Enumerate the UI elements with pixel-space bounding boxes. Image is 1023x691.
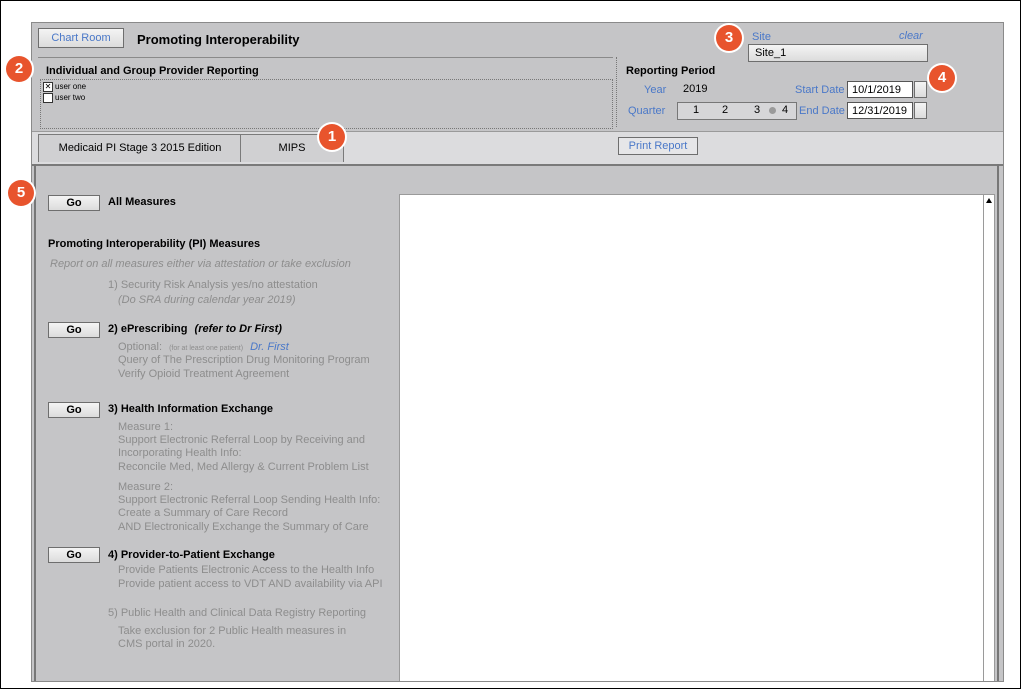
- quarter-label: Quarter: [628, 105, 666, 117]
- measure-5-title: 5) Public Health and Clinical Data Regis…: [108, 607, 367, 619]
- measure-5-line-2: CMS portal in 2020.: [118, 638, 216, 650]
- end-date-calendar-button[interactable]: [914, 102, 927, 119]
- year-value: 2019: [683, 83, 708, 95]
- print-report-button[interactable]: Print Report: [618, 137, 698, 155]
- measure-1-line2: (Do SRA during calendar year 2019): [118, 294, 296, 306]
- measure-3b-line-4: AND Electronically Exchange the Summary …: [118, 521, 369, 533]
- reporting-period-title: Reporting Period: [626, 65, 716, 77]
- measure-2-line3: Verify Opioid Treatment Agreement: [118, 368, 290, 380]
- quarter-2[interactable]: 2: [722, 104, 728, 116]
- measure-2-title: 2) ePrescribing (refer to Dr First): [108, 323, 282, 335]
- measure-3b-line-2: Support Electronic Referral Loop Sending…: [118, 494, 381, 506]
- measure-4-title: 4) Provider-to-Patient Exchange: [108, 549, 275, 561]
- annotation-badge-2: 2: [6, 56, 32, 82]
- measure-2-title-text: 2) ePrescribing: [108, 323, 188, 335]
- measure-3-line-3: Incorporating Health Info:: [118, 447, 242, 459]
- scroll-up-arrow-icon[interactable]: [986, 198, 992, 203]
- quarter-selector[interactable]: 1 2 3 4: [677, 102, 797, 120]
- measure-3-line-1: Measure 1:: [118, 421, 174, 433]
- end-date-field[interactable]: 12/31/2019: [847, 102, 913, 119]
- measure-2-note: (refer to Dr First): [194, 323, 282, 335]
- measures-subtitle: Report on all measures either via attest…: [50, 258, 351, 270]
- go-eprescribing-button[interactable]: Go: [48, 322, 100, 338]
- measure-3-line-4: Reconcile Med, Med Allergy & Current Pro…: [118, 461, 369, 473]
- user-two-checkbox-row[interactable]: user two: [43, 93, 85, 103]
- year-label: Year: [644, 84, 667, 96]
- go-all-measures-button[interactable]: Go: [48, 195, 100, 211]
- start-date-label: Start Date: [795, 84, 845, 96]
- measure-4-line-1: Provide Patients Electronic Access to th…: [118, 564, 375, 576]
- measure-2-optional-note: (for at least one patient): [169, 345, 244, 352]
- quarter-3[interactable]: 3: [754, 104, 760, 116]
- site-clear-link[interactable]: clear: [899, 30, 923, 42]
- report-scrollbar[interactable]: [983, 194, 995, 681]
- left-panel-border: [34, 164, 36, 681]
- user-one-label: user one: [55, 82, 87, 92]
- site-selector[interactable]: Site_1: [748, 44, 928, 62]
- application-window: Chart Room Promoting Interoperability Si…: [31, 22, 1004, 682]
- all-measures-label: All Measures: [108, 196, 176, 208]
- reporting-period-divider: [616, 57, 617, 127]
- measure-3b-line-3: Create a Summary of Care Record: [118, 507, 288, 519]
- provider-user-list: ✕ user one user two: [40, 79, 613, 129]
- measure-2-optional: Optional: (for at least one patient) Dr.…: [118, 341, 289, 353]
- start-date-calendar-button[interactable]: [914, 81, 927, 98]
- measure-2-optional-label: Optional:: [118, 341, 163, 353]
- annotation-badge-1: 1: [319, 124, 345, 150]
- right-panel-border: [997, 164, 999, 681]
- checkbox-unchecked-icon[interactable]: [43, 93, 53, 103]
- chart-room-button[interactable]: Chart Room: [38, 28, 124, 48]
- measure-3-title: 3) Health Information Exchange: [108, 403, 274, 415]
- quarter-4[interactable]: 4: [782, 104, 788, 116]
- measure-1-line1: 1) Security Risk Analysis yes/no attesta…: [108, 279, 318, 291]
- measure-5-line-1: Take exclusion for 2 Public Health measu…: [118, 625, 347, 637]
- dr-first-link[interactable]: Dr. First: [250, 341, 289, 353]
- start-date-field[interactable]: 10/1/2019: [847, 81, 913, 98]
- quarter-radio-icon[interactable]: [769, 107, 776, 114]
- annotation-badge-3: 3: [716, 25, 742, 51]
- annotation-badge-4: 4: [929, 65, 955, 91]
- end-date-label: End Date: [799, 105, 845, 117]
- checkbox-checked-icon[interactable]: ✕: [43, 82, 53, 92]
- provider-panel-title: Individual and Group Provider Reporting: [46, 65, 259, 77]
- page-title: Promoting Interoperability: [137, 32, 300, 47]
- user-one-checkbox-row[interactable]: ✕ user one: [43, 82, 86, 92]
- report-output-area[interactable]: [399, 194, 985, 681]
- measures-title: Promoting Interoperability (PI) Measures: [48, 238, 261, 250]
- quarter-1[interactable]: 1: [693, 104, 699, 116]
- site-label: Site: [752, 31, 771, 43]
- go-health-info-exchange-button[interactable]: Go: [48, 402, 100, 418]
- tab-medicaid[interactable]: Medicaid PI Stage 3 2015 Edition: [38, 134, 242, 162]
- go-provider-to-patient-button[interactable]: Go: [48, 547, 100, 563]
- measure-2-line2: Query of The Prescription Drug Monitorin…: [118, 354, 370, 366]
- user-two-label: user two: [55, 93, 86, 103]
- measure-3-line-2: Support Electronic Referral Loop by Rece…: [118, 434, 366, 446]
- measure-4-line-2: Provide patient access to VDT AND availa…: [118, 578, 383, 590]
- measure-3b-line-1: Measure 2:: [118, 481, 174, 493]
- annotation-badge-5: 5: [8, 180, 34, 206]
